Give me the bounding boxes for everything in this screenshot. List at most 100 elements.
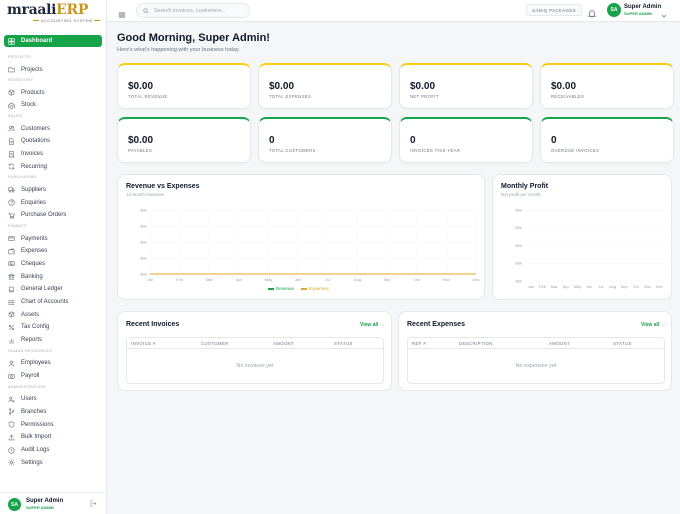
sidebar-item-audit-logs[interactable]: Audit Logs xyxy=(4,444,102,456)
chevron-down-icon[interactable] xyxy=(661,6,668,18)
menu-icon[interactable] xyxy=(118,6,128,18)
stat-value: $0.00 xyxy=(269,81,295,92)
sidebar-item-invoices[interactable]: Invoices xyxy=(4,148,102,160)
sidebar-item-general-ledger[interactable]: General Ledger xyxy=(4,283,102,295)
sidebar-item-reports[interactable]: Reports xyxy=(4,334,102,346)
user-cog-icon xyxy=(8,396,15,403)
stat-label: TOTAL CUSTOMERS xyxy=(269,148,316,153)
sidebar-item-label: Employees xyxy=(21,360,51,367)
sidebar-section-label: ADMINISTRATION xyxy=(8,384,46,389)
branch-selector[interactable]: SADIQ PACKAGES xyxy=(526,4,582,16)
logo-wordmark: mraaliERP xyxy=(7,2,89,18)
card-icon xyxy=(8,235,15,242)
user-name: Super Admin xyxy=(26,498,64,504)
sidebar-section-label: SALES xyxy=(8,114,23,119)
column-header: REF # xyxy=(412,341,427,346)
sidebar-item-products[interactable]: Products xyxy=(4,87,102,99)
clock-icon xyxy=(8,446,15,454)
sidebar-item-cheques[interactable]: Cheques xyxy=(4,258,102,270)
x-tick-label: Jan xyxy=(147,277,153,282)
search-icon xyxy=(143,7,149,14)
stat-label: NET PROFIT xyxy=(410,94,439,99)
x-tick-label: Feb xyxy=(539,284,547,289)
refresh-icon xyxy=(8,163,15,170)
x-tick-label: Jun xyxy=(295,277,301,282)
sidebar-item-payroll[interactable]: Payroll xyxy=(4,370,102,382)
logout-icon[interactable] xyxy=(90,500,97,509)
x-tick-label: Mar xyxy=(551,284,559,289)
table-header: INVOICE # CUSTOMER AMOUNT STATUS xyxy=(127,338,383,349)
sidebar-item-payments[interactable]: Payments xyxy=(4,233,102,245)
sidebar-item-customers[interactable]: Customers xyxy=(4,123,102,135)
sidebar-item-enquiries[interactable]: Enquiries xyxy=(4,197,102,209)
logo[interactable]: mraaliERP ACCOUNTING SYSTEM xyxy=(5,2,102,28)
search-input[interactable] xyxy=(154,7,249,14)
stat-card-total-customers: 0 TOTAL CUSTOMERS xyxy=(258,117,392,163)
sidebar-item-suppliers[interactable]: Suppliers xyxy=(4,184,102,196)
sidebar-item-expenses[interactable]: Expenses xyxy=(4,245,102,257)
stat-label: INVOICES THIS YEAR xyxy=(410,148,461,153)
cart-icon xyxy=(8,212,15,219)
sidebar-item-label: Assets xyxy=(21,311,40,318)
sidebar-item-purchase-orders[interactable]: Purchase Orders xyxy=(4,209,102,221)
cheque-icon xyxy=(8,260,15,267)
sidebar-item-users[interactable]: Users xyxy=(4,393,102,405)
bell-icon[interactable] xyxy=(587,5,598,18)
sidebar-item-chart-of-accounts[interactable]: Chart of Accounts xyxy=(4,296,102,308)
user-role: SUPER ADMIN xyxy=(624,11,652,16)
recent-expenses-card: Recent Expenses View all → REF # DESCRIP… xyxy=(398,311,672,391)
legend-item-revenue[interactable]: Revenue xyxy=(268,286,294,291)
stat-label: OVERDUE INVOICES xyxy=(551,148,600,153)
sidebar-item-recurring[interactable]: Recurring xyxy=(4,161,102,173)
y-tick-label: $0k xyxy=(516,225,522,230)
revenue-expenses-card: Revenue vs Expenses 12-month overview $0… xyxy=(117,174,485,300)
sidebar-item-quotations[interactable]: Quotations xyxy=(4,135,102,147)
sidebar-item-dashboard[interactable]: Dashboard xyxy=(4,35,102,47)
sidebar-item-branches[interactable]: Branches xyxy=(4,406,102,418)
sidebar-item-label: Tax Config xyxy=(21,324,50,331)
view-all-invoices-link[interactable]: View all → xyxy=(360,322,385,328)
sidebar-item-label: Quotations xyxy=(21,138,51,145)
sidebar-section-label: PURCHASING xyxy=(8,175,37,180)
sidebar-item-permissions[interactable]: Permissions xyxy=(4,419,102,431)
user-name: Super Admin xyxy=(624,4,662,10)
x-tick-label: Jul xyxy=(598,284,603,289)
top-header: SADIQ PACKAGES SA Super Admin SUPER ADMI… xyxy=(107,0,680,22)
sidebar-user-profile[interactable]: SA Super Admin SUPER ADMIN xyxy=(0,492,107,514)
sidebar-item-tax-config[interactable]: Tax Config xyxy=(4,321,102,333)
grid-icon xyxy=(8,37,15,45)
folder-icon xyxy=(8,66,15,73)
search-bar[interactable] xyxy=(136,3,250,18)
stat-card-invoices-this-year: 0 INVOICES THIS YEAR xyxy=(399,117,533,163)
sidebar-item-banking[interactable]: Banking xyxy=(4,271,102,283)
sidebar-item-label: Purchase Orders xyxy=(21,212,67,219)
sidebar-item-employees[interactable]: Employees xyxy=(4,357,102,369)
x-tick-label: Dec xyxy=(472,277,479,282)
table-header: REF # DESCRIPTION AMOUNT STATUS xyxy=(408,338,664,349)
view-all-expenses-link[interactable]: View all → xyxy=(641,322,666,328)
sidebar-item-settings[interactable]: Settings xyxy=(4,457,102,469)
x-tick-label: May xyxy=(265,277,273,282)
legend-item-expenses[interactable]: Expenses xyxy=(301,286,329,291)
y-tick-label: $0k xyxy=(141,223,147,228)
sidebar-item-label: Enquiries xyxy=(21,199,47,206)
truck-icon xyxy=(8,186,15,193)
x-tick-label: Aug xyxy=(609,284,616,289)
y-tick-label: $0k xyxy=(141,207,147,212)
sidebar-item-assets[interactable]: Assets xyxy=(4,309,102,321)
stat-value: $0.00 xyxy=(551,81,577,92)
sidebar-item-label: Settings xyxy=(21,459,43,466)
sidebar-item-label: Payments xyxy=(21,235,48,242)
revenue-expenses-chart: $0k$0k$0k$0k$0kJan Feb Mar Apr May Jun Jul Aug S… xyxy=(141,207,480,282)
monthly-profit-card: Monthly Profit Net profit per month $0k $… xyxy=(492,174,672,300)
stat-label: RECEIVABLES xyxy=(551,94,585,99)
shield-icon xyxy=(8,421,15,428)
sidebar-item-stock[interactable]: Stock xyxy=(4,99,102,111)
sidebar-item-projects[interactable]: Projects xyxy=(4,64,102,76)
sidebar-item-label: Projects xyxy=(21,66,43,73)
sidebar-item-label: Customers xyxy=(21,125,51,132)
sidebar-item-bulk-import[interactable]: Bulk Import xyxy=(4,431,102,443)
receipt-icon xyxy=(8,150,15,158)
y-tick-label: $0k xyxy=(516,243,522,248)
warehouse-icon xyxy=(8,102,15,109)
